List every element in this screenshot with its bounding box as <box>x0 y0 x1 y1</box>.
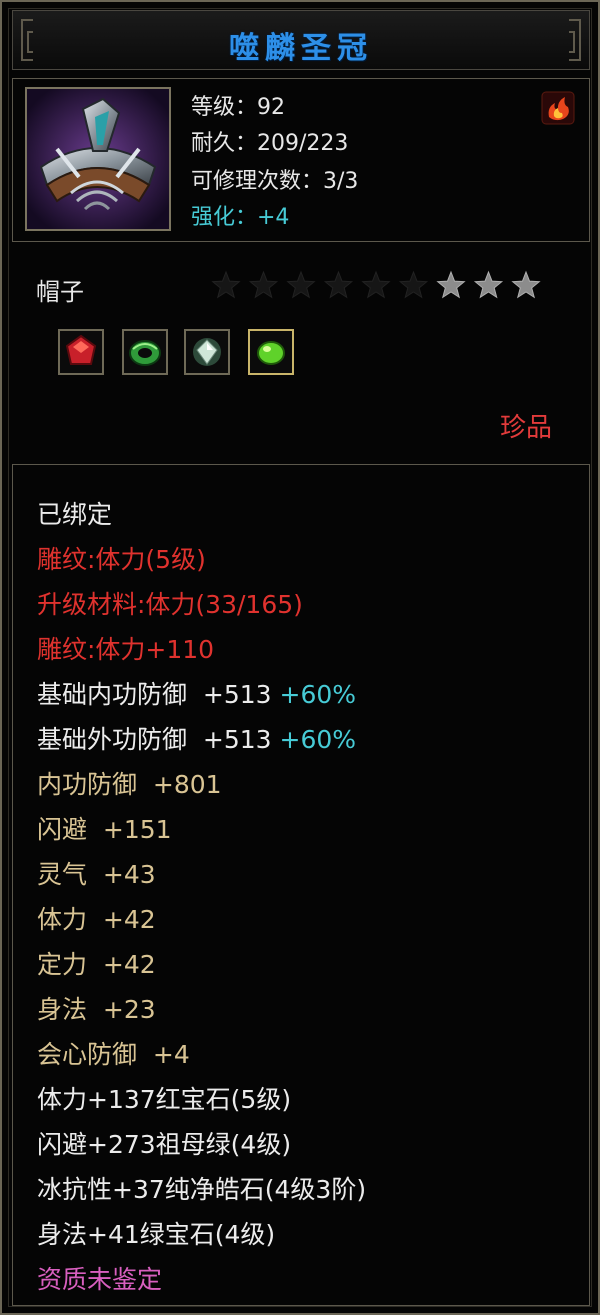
star-filled <box>511 270 541 299</box>
item-name: 噬麟圣冠 <box>229 31 373 66</box>
gem-slot-1[interactable] <box>58 329 104 375</box>
star-empty <box>398 270 429 299</box>
base-outer-defense-value: 基础外功防御 +513 <box>37 725 272 754</box>
ruby-gem-icon <box>65 334 97 365</box>
stamina: 体力 +42 <box>37 905 156 934</box>
base-outer-defense-percent: +60% <box>279 725 357 754</box>
gem-slot-3[interactable] <box>184 329 230 375</box>
star-rating <box>211 270 541 299</box>
star-filled <box>473 270 504 299</box>
bound-status: 已绑定 <box>37 500 113 529</box>
flame-icon <box>541 91 575 125</box>
star-empty <box>361 270 391 299</box>
inner-defense: 内功防御 +801 <box>37 770 222 799</box>
spirit: 灵气 +43 <box>37 860 156 889</box>
star-empty <box>286 270 316 299</box>
crit-defense: 会心防御 +4 <box>37 1040 190 1069</box>
star-empty <box>323 270 354 299</box>
agility: 身法 +23 <box>37 995 156 1024</box>
attributes-panel: 已绑定 雕纹:体力(5级) 升级材料:体力(33/165) 雕纹:体力+110 … <box>12 464 590 1306</box>
gem-slot-4[interactable] <box>248 329 294 375</box>
item-icon-box[interactable] <box>25 87 171 231</box>
item-level: 等级：92 <box>191 95 285 120</box>
upgrade-material: 升级材料:体力(33/165) <box>37 590 303 619</box>
item-repair-count: 可修理次数：3/3 <box>191 169 359 194</box>
star-filled <box>436 270 466 299</box>
aptitude-status: 资质未鉴定 <box>37 1265 163 1294</box>
focus: 定力 +42 <box>37 950 156 979</box>
dodge: 闪避 +151 <box>37 815 172 844</box>
gem-bonus-1: 体力+137红宝石(5级) <box>37 1085 292 1114</box>
star-empty <box>211 270 241 299</box>
gem-bonus-2: 闪避+273祖母绿(4级) <box>37 1130 292 1159</box>
peridot-gem-icon <box>257 341 285 365</box>
diamond-gem-icon <box>193 338 221 366</box>
item-type: 帽子 <box>36 278 84 306</box>
item-info-panel: 等级：92 耐久：209/223 可修理次数：3/3 强化：+4 <box>12 78 590 242</box>
title-ornament-right <box>569 19 581 61</box>
base-outer-defense: 基础外功防御 +513 +60% <box>37 720 356 756</box>
engrave-level: 雕纹:体力(5级) <box>37 545 206 574</box>
item-tooltip: 噬麟圣冠 等级：92 耐久：209/223 可修理次数：3/3 强化：+4 帽子… <box>0 0 600 1315</box>
jade-ring-gem-icon <box>129 340 161 366</box>
item-durability: 耐久：209/223 <box>191 131 349 156</box>
base-inner-defense-value: 基础内功防御 +513 <box>37 680 272 709</box>
base-inner-defense-percent: +60% <box>279 680 357 709</box>
rarity-label: 珍品 <box>499 413 552 443</box>
gem-slot-2[interactable] <box>122 329 168 375</box>
title-bar: 噬麟圣冠 <box>12 10 590 70</box>
item-refine: 强化：+4 <box>191 205 290 230</box>
engrave-bonus: 雕纹:体力+110 <box>37 635 215 664</box>
gem-bonus-4: 身法+41绿宝石(4级) <box>37 1220 276 1249</box>
gem-bonus-3: 冰抗性+37纯净皓石(4级3阶) <box>37 1175 367 1204</box>
crown-item-icon <box>27 89 169 229</box>
star-empty <box>248 270 279 299</box>
base-inner-defense: 基础内功防御 +513 +60% <box>37 675 356 711</box>
